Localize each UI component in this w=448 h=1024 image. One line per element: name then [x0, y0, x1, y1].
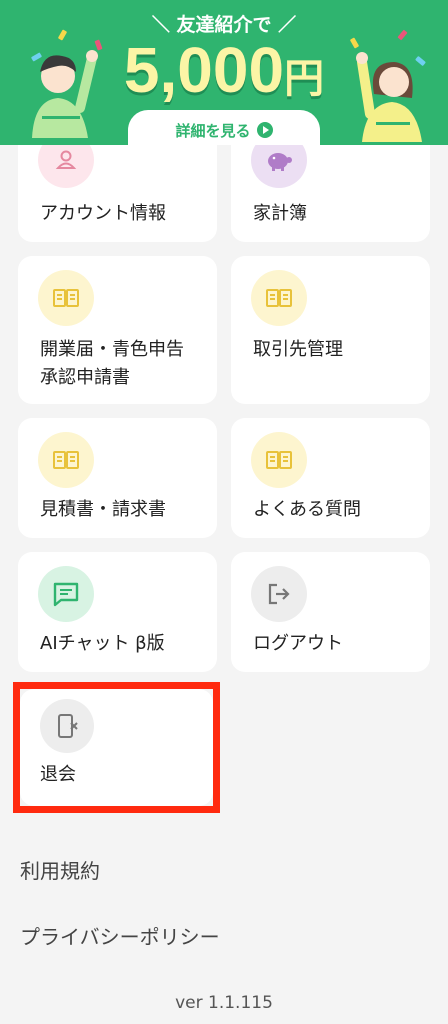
menu-card-label: よくある質問	[253, 499, 361, 520]
menu-card-label: 家計簿	[253, 203, 307, 224]
version-label: ver 1.1.115	[175, 993, 273, 1013]
menu-card-label: ログアウト	[253, 633, 343, 654]
details-button[interactable]: 詳細を見る	[128, 110, 320, 145]
menu-card-logout[interactable]: ログアウト	[231, 552, 430, 672]
details-label: 詳細を見る	[175, 121, 251, 140]
book-icon	[38, 270, 94, 326]
privacy-link[interactable]: プライバシーポリシー	[20, 921, 220, 950]
menu-card-label: アカウント情報	[40, 203, 166, 224]
menu-card-label: 見積書・請求書	[40, 499, 166, 520]
menu-card-label: 開業届・青色申告 承認申請書	[40, 339, 184, 388]
book-icon	[251, 270, 307, 326]
banner-subtitle: ＼ 友達紹介で ／	[151, 14, 297, 36]
referral-banner[interactable]: ＼ 友達紹介で ／ 5,000円 詳細を見る	[0, 0, 448, 145]
menu-card-label: AIチャット β版	[40, 633, 165, 654]
terms-link[interactable]: 利用規約	[20, 855, 100, 884]
menu-card-business-registration[interactable]: 開業届・青色申告 承認申請書	[18, 256, 217, 404]
banner-amount: 5,000円	[123, 34, 325, 106]
menu-card-ai-chat[interactable]: AIチャット β版	[18, 552, 217, 672]
play-circle-icon	[256, 122, 273, 138]
logout-icon	[251, 566, 307, 622]
menu-card-label: 取引先管理	[253, 339, 343, 360]
menu-card-estimates-invoices[interactable]: 見積書・請求書	[18, 418, 217, 538]
menu-card-clients[interactable]: 取引先管理	[231, 256, 430, 404]
chat-icon	[38, 566, 94, 622]
menu-card-faq[interactable]: よくある質問	[231, 418, 430, 538]
highlight-box	[13, 682, 220, 813]
book-icon	[38, 432, 94, 488]
book-icon	[251, 432, 307, 488]
